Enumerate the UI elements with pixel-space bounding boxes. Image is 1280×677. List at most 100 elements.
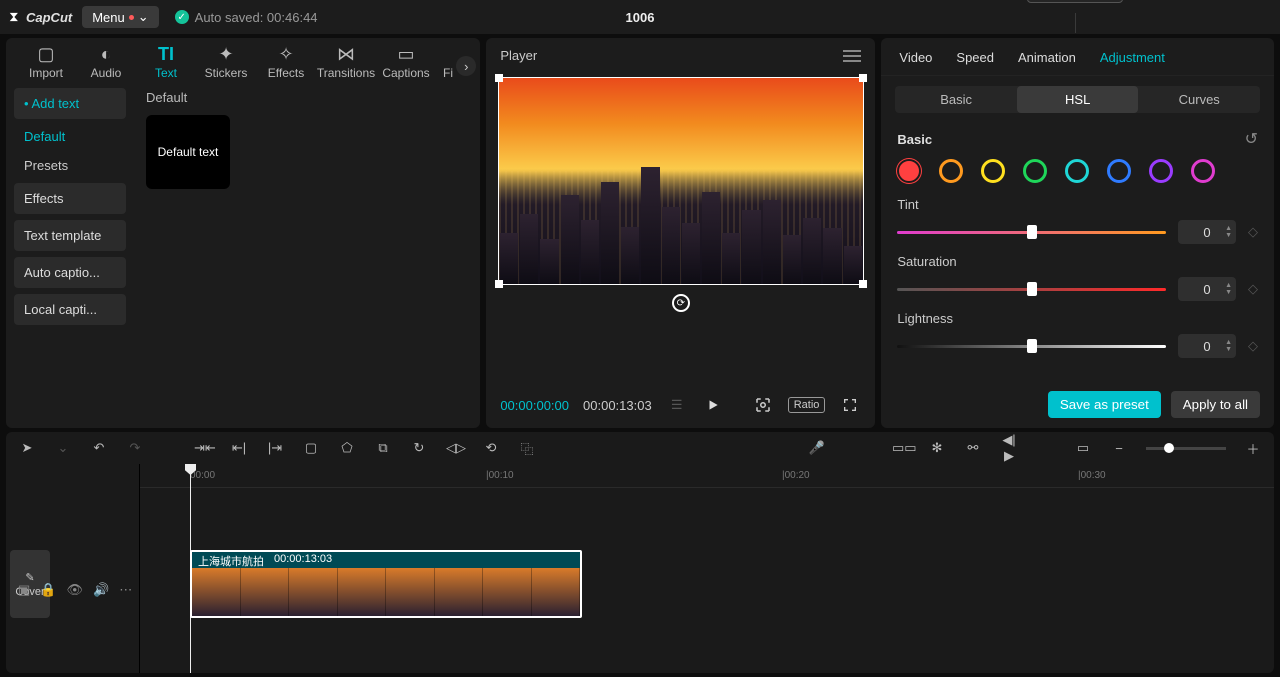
zoom-in-button[interactable]: ＋ <box>1244 439 1262 458</box>
zoom-out-button[interactable]: − <box>1110 441 1128 456</box>
saturation-slider[interactable] <box>897 288 1166 291</box>
compare-button[interactable]: ☰ <box>666 394 688 416</box>
play-button[interactable] <box>702 394 724 416</box>
color-green[interactable] <box>1023 159 1047 183</box>
color-yellow[interactable] <box>981 159 1005 183</box>
color-blue[interactable] <box>1107 159 1131 183</box>
chain-button[interactable]: ⚯ <box>964 440 982 456</box>
preview-axis-button[interactable]: ◀|▶ <box>1000 432 1018 464</box>
visibility-button[interactable]: 👁 <box>66 582 83 598</box>
tab-animation[interactable]: Animation <box>1018 50 1076 65</box>
color-purple[interactable] <box>1149 159 1173 183</box>
default-text-thumb[interactable]: Default text <box>146 115 230 189</box>
saturation-value[interactable]: 0▲▼ <box>1178 277 1236 301</box>
keyframe-button[interactable]: ◇ <box>1248 281 1258 297</box>
mirror-button[interactable]: ◁▷ <box>446 440 464 456</box>
more-button[interactable]: ⋯ <box>119 582 132 598</box>
rotate-handle[interactable]: ⟳ <box>672 294 690 312</box>
snapshot-button[interactable] <box>752 394 774 416</box>
zoom-thumb[interactable] <box>1164 443 1174 453</box>
inspector-footer: Save as preset Apply to all <box>881 391 1274 418</box>
timeline-tracks[interactable]: 00:00 |00:10 |00:20 |00:30 上海城市航拍 00:00:… <box>140 464 1274 673</box>
preview-frame[interactable]: ⟳ <box>498 77 864 285</box>
tab-captions[interactable]: ▭Captions <box>376 44 436 80</box>
lightness-slider[interactable] <box>897 345 1166 348</box>
undo-button[interactable]: ↶ <box>90 440 108 456</box>
tabs-more-button[interactable]: › <box>456 56 476 76</box>
split-left-button[interactable]: ⇤| <box>230 440 248 456</box>
mute-button[interactable]: 🔊 <box>93 582 109 598</box>
reverse-button[interactable]: ↻ <box>410 440 428 456</box>
tab-speed[interactable]: Speed <box>956 50 994 65</box>
tab-import[interactable]: ▢Import <box>16 44 76 80</box>
rotate-button[interactable]: ⟲ <box>482 440 500 456</box>
slider-thumb[interactable] <box>1027 282 1037 296</box>
stepper-icon[interactable]: ▲▼ <box>1225 225 1232 239</box>
color-orange[interactable] <box>939 159 963 183</box>
tab-text[interactable]: TIText <box>136 44 196 80</box>
subtab-hsl[interactable]: HSL <box>1017 86 1139 113</box>
mic-button[interactable]: 🎤 <box>808 440 826 456</box>
keyframe-button[interactable]: ◇ <box>1248 224 1258 240</box>
sidebar-text-template[interactable]: Text template <box>14 220 126 251</box>
color-red[interactable] <box>899 161 919 181</box>
crop-tool-button[interactable]: ⿻ <box>518 439 536 458</box>
sidebar-local-captions[interactable]: Local capti... <box>14 294 126 325</box>
reset-button[interactable]: ↺ <box>1245 129 1258 149</box>
sidebar-add-text[interactable]: • Add text <box>14 88 126 119</box>
redo-button[interactable]: ↷ <box>126 440 144 456</box>
player-menu-button[interactable] <box>843 50 861 62</box>
lock-button[interactable]: 🔒 <box>40 582 56 598</box>
subtab-basic[interactable]: Basic <box>895 86 1017 113</box>
project-title[interactable]: 1006 <box>626 10 655 25</box>
color-cyan[interactable] <box>1065 159 1089 183</box>
split-right-button[interactable]: |⇥ <box>266 440 284 456</box>
stepper-icon[interactable]: ▲▼ <box>1225 282 1232 296</box>
stepper-icon[interactable]: ▲▼ <box>1225 339 1232 353</box>
tab-stickers[interactable]: ✦Stickers <box>196 44 256 80</box>
sidebar-presets[interactable]: Presets <box>14 154 126 177</box>
tint-value[interactable]: 0▲▼ <box>1178 220 1236 244</box>
sidebar-auto-captions[interactable]: Auto captio... <box>14 257 126 288</box>
mask-button[interactable]: ⬠ <box>338 440 356 456</box>
color-magenta[interactable] <box>1191 159 1215 183</box>
clip-name: 上海城市航拍 <box>198 553 264 567</box>
save-preset-button[interactable]: Save as preset <box>1048 391 1161 418</box>
slider-thumb[interactable] <box>1027 225 1037 239</box>
crop-button[interactable]: ▢ <box>302 440 320 456</box>
sidebar-effects[interactable]: Effects <box>14 183 126 214</box>
split-button[interactable]: ⇥⇤ <box>194 440 212 456</box>
ratio-button[interactable]: Ratio <box>788 397 826 413</box>
tint-slider[interactable] <box>897 231 1166 234</box>
titlebar: CapCut Menu ⌄ ✓ Auto saved: 00:46:44 100… <box>0 0 1280 34</box>
tab-transitions[interactable]: ⋈Transitions <box>316 44 376 80</box>
tab-video[interactable]: Video <box>899 50 932 65</box>
slider-thumb[interactable] <box>1027 339 1037 353</box>
resize-handle[interactable] <box>859 74 867 82</box>
lightness-value[interactable]: 0▲▼ <box>1178 334 1236 358</box>
timeline-ruler[interactable]: 00:00 |00:10 |00:20 |00:30 <box>140 464 1274 488</box>
copy-button[interactable]: ⧉ <box>374 440 392 456</box>
link-button[interactable]: ✻ <box>928 440 946 456</box>
video-clip[interactable]: 上海城市航拍 00:00:13:03 <box>190 550 582 618</box>
resize-handle[interactable] <box>495 74 503 82</box>
player-preview[interactable]: ⟳ <box>486 73 875 386</box>
resize-handle[interactable] <box>859 280 867 288</box>
track-toggle-button[interactable]: ▣ <box>18 582 30 598</box>
menu-button[interactable]: Menu ⌄ <box>82 6 158 28</box>
select-dropdown[interactable]: ⌄ <box>54 440 72 456</box>
tab-effects[interactable]: ✧Effects <box>256 44 316 80</box>
fit-button[interactable]: ▭ <box>1074 440 1092 456</box>
apply-all-button[interactable]: Apply to all <box>1171 391 1260 418</box>
shortcuts-button[interactable]: Shortcuts <box>1027 0 1124 3</box>
resize-handle[interactable] <box>495 280 503 288</box>
zoom-slider[interactable] <box>1146 447 1226 450</box>
tab-audio[interactable]: ◐Audio <box>76 44 136 80</box>
select-tool[interactable]: ➤ <box>18 440 36 456</box>
magnet-button[interactable]: ▭▭ <box>892 440 910 456</box>
keyframe-button[interactable]: ◇ <box>1248 338 1258 354</box>
tab-adjustment[interactable]: Adjustment <box>1100 50 1165 65</box>
fullscreen-button[interactable] <box>839 394 861 416</box>
subtab-curves[interactable]: Curves <box>1138 86 1260 113</box>
sidebar-default[interactable]: Default <box>14 125 126 148</box>
